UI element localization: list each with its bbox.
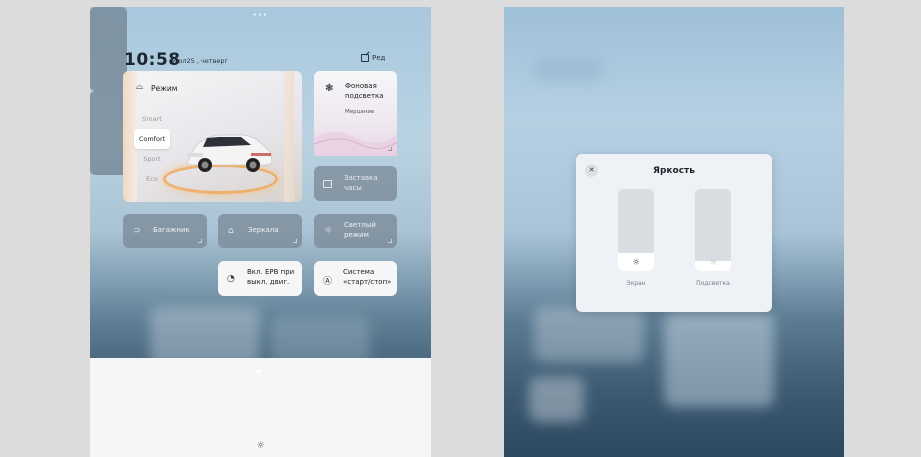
background-blur xyxy=(529,377,584,422)
light-mode-label: Светлый режим xyxy=(344,221,376,239)
expand-corner-icon xyxy=(388,147,392,151)
screensaver-label: Заставка часы xyxy=(344,174,378,192)
expand-corner-icon xyxy=(198,239,202,243)
edit-label: Ред xyxy=(372,54,386,62)
expand-corner-icon xyxy=(293,239,297,243)
mirror-icon: ⌂ xyxy=(228,226,234,236)
background-blur xyxy=(534,307,644,362)
ambient-light-subtitle: Мерцание xyxy=(345,109,375,115)
drive-mode-title: Режим xyxy=(151,84,178,93)
edit-button[interactable]: Ред xyxy=(361,54,385,62)
epb-toggle-card[interactable]: ◔ Вкл. EPB при выкл. двиг. xyxy=(218,261,302,296)
backlight-brightness-slider[interactable]: ☼ xyxy=(695,189,731,271)
start-stop-card[interactable]: Ⓐ Система «старт/стоп» xyxy=(314,261,397,296)
decor-pillar xyxy=(284,71,294,202)
clock-screen-icon xyxy=(323,180,332,188)
mode-option-smart[interactable]: Smart xyxy=(134,109,170,129)
page-dot xyxy=(264,370,267,373)
sun-icon: ☼ xyxy=(631,258,641,268)
ambient-wave-decor xyxy=(314,132,397,156)
page-dot-active xyxy=(255,370,262,373)
expand-corner-icon xyxy=(388,239,392,243)
trunk-label: Багажник xyxy=(153,226,190,234)
epb-label: Вкл. EPB при выкл. двиг. xyxy=(247,268,295,286)
brightness-slider[interactable]: ••• ☼ xyxy=(90,11,431,457)
brightness-dialog: ✕ Яркость ☼ Экран ☼ Подсветка xyxy=(576,154,772,312)
trunk-icon: ⊃ xyxy=(133,226,141,236)
sun-icon: ☼ xyxy=(324,226,333,236)
parking-brake-icon: ◔ xyxy=(227,274,235,284)
start-stop-label: Система «старт/стоп» xyxy=(343,268,392,286)
ambient-light-icon: ❃ xyxy=(325,83,334,94)
start-stop-icon: Ⓐ xyxy=(323,277,333,287)
edit-icon xyxy=(361,54,369,62)
mirrors-button[interactable]: ⌂ Зеркала xyxy=(218,214,302,248)
dialog-title: Яркость xyxy=(653,166,695,176)
screen-slider-label: Экран xyxy=(626,280,646,287)
car-image xyxy=(186,134,273,172)
sun-icon: ☼ xyxy=(708,258,718,268)
background-blur xyxy=(534,57,604,82)
screensaver-clock-card[interactable]: Заставка часы xyxy=(314,166,397,201)
ambient-light-card[interactable]: ❃ Фоновая подсветка Мерцание xyxy=(314,71,397,156)
mirrors-label: Зеркала xyxy=(248,226,279,234)
volume-slider[interactable]: ••• ♫ xyxy=(90,7,431,457)
steering-mode-icon: ⌓ xyxy=(136,82,144,92)
mode-option-comfort[interactable]: Comfort xyxy=(134,129,170,149)
brightness-panel: ✕ Яркость ☼ Экран ☼ Подсветка xyxy=(504,7,844,457)
backlight-slider-label: Подсветка xyxy=(696,280,730,287)
screen-brightness-slider[interactable]: ☼ xyxy=(618,189,654,271)
clock-date: Июл25 , четверг xyxy=(172,57,228,65)
screen-stage: 10:58 Июл25 , четверг Ред ⌓ Режим Smart … xyxy=(0,0,921,457)
light-mode-button[interactable]: ☼ Светлый режим xyxy=(314,214,397,248)
drive-mode-card[interactable]: ⌓ Режим Smart Comfort Sport Eco xyxy=(123,71,302,202)
background-blur xyxy=(664,312,774,407)
trunk-button[interactable]: ⊃ Багажник xyxy=(123,214,207,248)
control-center-panel: 10:58 Июл25 , четверг Ред ⌓ Режим Smart … xyxy=(90,7,431,457)
mode-option-sport[interactable]: Sport xyxy=(134,149,170,169)
ambient-light-title: Фоновая подсветка xyxy=(345,82,384,100)
page-indicator[interactable] xyxy=(255,370,267,373)
